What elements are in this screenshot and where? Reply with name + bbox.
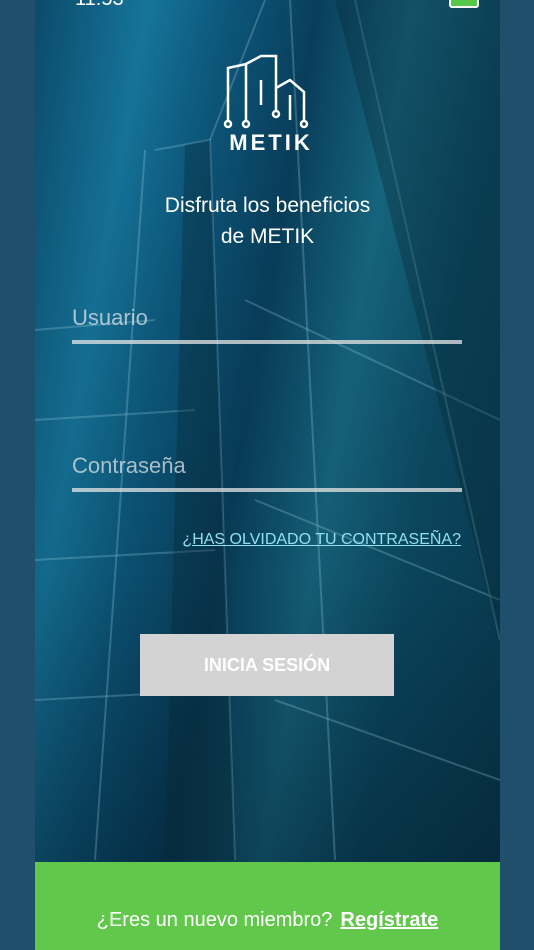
footer-bar	[35, 862, 500, 950]
logo-wordmark: METIK	[229, 130, 313, 155]
password-input[interactable]	[72, 444, 462, 492]
username-input[interactable]	[72, 296, 462, 344]
forgot-password-link[interactable]: ¿HAS OLVIDADO TU CONTRASEÑA?	[182, 531, 461, 549]
subtitle-line-2: de METIK	[220, 225, 315, 248]
register-link[interactable]: Regístrate	[340, 909, 438, 931]
status-time: 11:53	[75, 0, 124, 11]
battery-icon	[449, 0, 479, 8]
subtitle-line-1: Disfruta los beneficios	[164, 194, 371, 217]
login-screen: 11:53 METIK Disfruta los beneficios de M…	[35, 0, 500, 950]
register-prompt-text: ¿Eres un nuevo miembro?	[96, 909, 333, 931]
register-prompt: ¿Eres un nuevo miembro? Regístrate	[35, 909, 500, 932]
login-button[interactable]: INICIA SESIÓN	[140, 634, 394, 696]
status-bar: 11:53	[35, 0, 500, 11]
page-subtitle: Disfruta los beneficios de METIK	[35, 190, 500, 252]
